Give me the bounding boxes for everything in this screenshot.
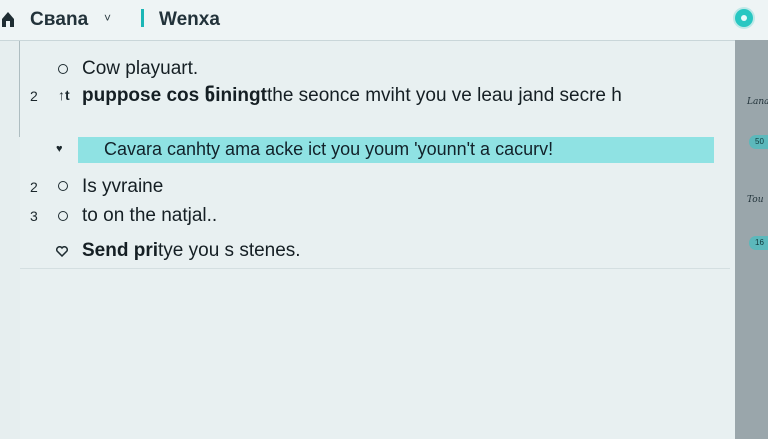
list-item-bold-text: Send pri bbox=[82, 240, 159, 261]
list-item-text: Cow playuart. bbox=[82, 58, 199, 79]
chevron-down-icon[interactable]: ˅ bbox=[104, 11, 111, 25]
list-item-text: the seonce mviht you ve leau jand secre … bbox=[266, 85, 622, 106]
app-title[interactable]: Cвana bbox=[30, 9, 88, 31]
main-panel: Cow playuart. 2 ↑t puppose cos ნiningtth… bbox=[20, 41, 735, 439]
bullet-icon[interactable] bbox=[58, 211, 68, 221]
list-item[interactable]: Send pritye you s stenes. bbox=[82, 240, 301, 262]
list-item[interactable]: puppose cos ნiningtthe seonce mviht you … bbox=[82, 84, 622, 107]
list-item-text[interactable]: to on the natjal.. bbox=[82, 205, 217, 227]
workspace-title[interactable]: Wenxa bbox=[159, 9, 220, 31]
sidebar-label: Tou bbox=[747, 195, 764, 205]
status-dot-icon[interactable] bbox=[735, 9, 753, 27]
app-window: Cвana ˅ Wenxa Cow playuart. 2 ↑t puppose… bbox=[0, 0, 768, 439]
content-divider bbox=[20, 268, 730, 269]
top-bar: Cвana ˅ Wenxa bbox=[0, 0, 768, 41]
bullet-icon[interactable] bbox=[58, 64, 68, 74]
highlighted-list-item[interactable]: Cavara canhty ama acke ict you youm 'you… bbox=[78, 137, 714, 163]
bullet-icon[interactable] bbox=[58, 181, 68, 191]
home-icon[interactable] bbox=[0, 10, 16, 28]
title-separator bbox=[141, 9, 144, 27]
sidebar-pill[interactable]: 50 bbox=[749, 135, 768, 149]
list-item-number: 3 bbox=[30, 208, 38, 224]
sub-marker-icon: ↑t bbox=[58, 87, 70, 103]
sidebar-pill[interactable]: 16 bbox=[749, 236, 768, 250]
heart-icon[interactable] bbox=[56, 246, 68, 257]
list-item-text[interactable]: Is yvraine bbox=[82, 176, 163, 198]
list-item-bold-text: puppose cos ნiningt bbox=[82, 85, 267, 106]
sidebar-label: Lana bbox=[747, 97, 768, 107]
heart-icon: ♥ bbox=[56, 143, 63, 155]
list-item-number: 2 bbox=[30, 88, 38, 104]
list-item-number: 2 bbox=[30, 179, 38, 195]
left-rail bbox=[0, 41, 20, 439]
highlighted-item-text: Cavara canhty ama acke ict you youm 'you… bbox=[104, 139, 554, 159]
list-item-text: tye you s stenes. bbox=[158, 240, 301, 261]
right-sidebar: Lana 50 Tou 16 bbox=[735, 40, 768, 439]
